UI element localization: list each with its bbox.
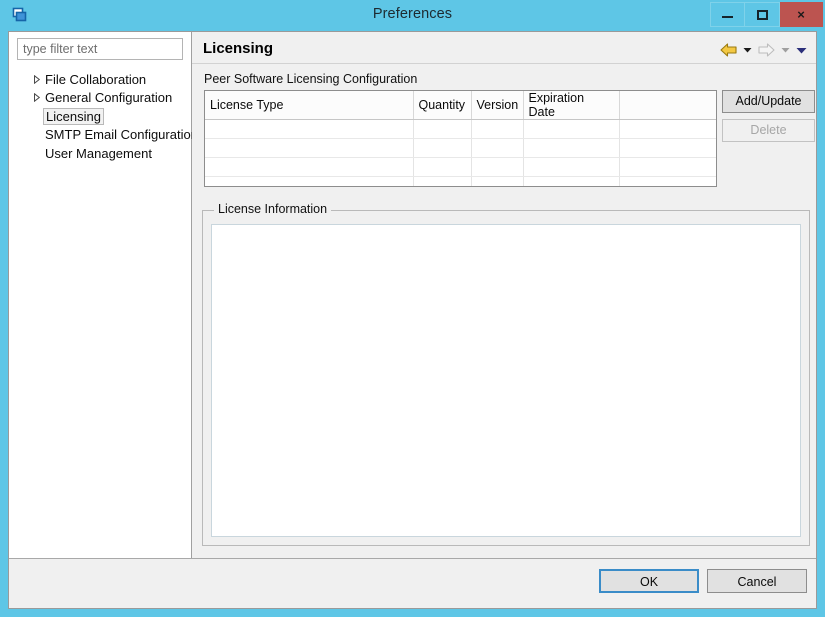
table-body [205,119,716,186]
cell-spacer [619,176,716,186]
cell-quantity [413,157,472,177]
license-information-content[interactable] [211,224,801,537]
content-row: File Collaboration General Configuration… [9,32,816,558]
cell-quantity [413,119,472,139]
sidebar-item-general-configuration[interactable]: General Configuration [9,89,191,108]
window-controls: × [710,2,823,27]
cell-spacer [619,157,716,177]
preferences-tree: File Collaboration General Configuration… [9,70,198,163]
sidebar-item-label: File Collaboration [45,71,147,87]
sidebar-item-label: Licensing [43,107,104,125]
ok-button[interactable]: OK [599,569,699,593]
section-label: Peer Software Licensing Configuration [204,72,418,86]
column-header-quantity[interactable]: Quantity [413,91,472,120]
table-header: License Type Quantity Version Expiration… [205,91,716,120]
sidebar-item-label: General Configuration [45,90,173,106]
back-arrow-icon[interactable] [719,42,738,58]
cell-quantity [413,176,472,186]
license-grid: License Type Quantity Version Expiration… [205,91,716,186]
cell-expiration-date [523,176,620,186]
license-information-group: License Information [202,202,810,546]
cell-license-type [205,157,414,177]
cell-version [471,138,524,158]
header-divider [192,63,816,64]
license-table[interactable]: License Type Quantity Version Expiration… [204,90,717,187]
page-title: Licensing [203,40,274,57]
cell-expiration-date [523,157,620,177]
page-header: Licensing [192,32,816,64]
close-button[interactable]: × [780,2,823,27]
maximize-button[interactable] [745,2,780,27]
chevron-right-icon[interactable] [32,93,42,103]
minimize-icon [722,16,733,18]
preferences-main-panel: Licensing Peer Software Licensing Config… [192,32,816,558]
forward-arrow-icon [757,42,776,58]
window-title: Preferences [372,6,453,22]
minimize-button[interactable] [710,2,745,27]
column-header-expiration-date[interactable]: Expiration Date [523,91,620,120]
sidebar-item-file-collaboration[interactable]: File Collaboration [9,70,191,89]
cell-version [471,157,524,177]
column-header-license-type[interactable]: License Type [205,91,414,120]
cell-spacer [619,119,716,139]
sidebar-item-user-management[interactable]: User Management [9,144,191,163]
group-title: License Information [214,202,332,216]
maximize-icon [756,9,768,20]
cell-expiration-date [523,119,620,139]
table-action-buttons: Add/Update Delete [722,90,815,142]
column-header-version[interactable]: Version [471,91,524,120]
view-menu-icon[interactable] [795,43,808,57]
sidebar-item-label: SMTP Email Configuration [45,127,198,143]
table-row[interactable] [205,119,716,139]
table-row[interactable] [205,138,716,158]
cell-spacer [619,138,716,158]
navigation-toolbar [719,42,808,58]
search-input[interactable] [17,38,183,60]
preferences-sidebar: File Collaboration General Configuration… [9,32,198,558]
cell-license-type [205,176,414,186]
table-row[interactable] [205,176,716,186]
cell-version [471,119,524,139]
back-dropdown-icon[interactable] [741,43,754,57]
sidebar-item-label: User Management [45,145,152,161]
cell-quantity [413,138,472,158]
preferences-window: Preferences × type filter text File Coll… [0,0,825,617]
dialog-body: File Collaboration General Configuration… [8,31,817,609]
cell-expiration-date [523,138,620,158]
cell-license-type [205,138,414,158]
cell-license-type [205,119,414,139]
title-bar[interactable]: Preferences × [0,0,825,31]
table-header-row: License Type Quantity Version Expiration… [205,91,716,120]
filter-wrap [9,38,191,60]
forward-dropdown-icon [779,43,792,57]
add-update-button[interactable]: Add/Update [722,90,815,113]
table-row[interactable] [205,157,716,177]
preferences-window-icon [9,5,29,25]
cancel-button[interactable]: Cancel [707,569,807,593]
delete-button: Delete [722,119,815,142]
sidebar-item-smtp-email-configuration[interactable]: SMTP Email Configuration [9,126,198,145]
dialog-footer: OK Cancel [9,558,816,608]
footer-buttons: OK Cancel [599,569,807,593]
chevron-right-icon[interactable] [32,74,42,84]
column-header-spacer[interactable] [619,91,716,120]
cell-version [471,176,524,186]
sidebar-item-licensing[interactable]: Licensing [9,107,191,126]
